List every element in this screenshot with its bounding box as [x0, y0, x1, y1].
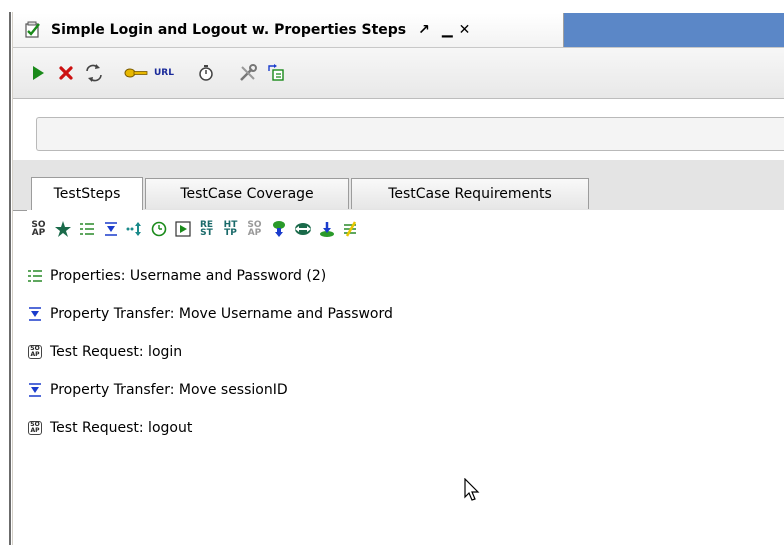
testcase-window: Simple Login and Logout w. Properties St…	[0, 0, 784, 545]
mock-response-icon[interactable]	[293, 220, 312, 239]
http-request-icon[interactable]: HT TP	[221, 220, 240, 239]
close-button[interactable]: ✕	[459, 22, 471, 38]
step-label: Properties: Username and Password (2)	[50, 268, 327, 284]
list-item-property-transfer-session[interactable]: Property Transfer: Move sessionID	[27, 371, 784, 409]
key-icon[interactable]	[123, 60, 149, 86]
tab-teststeps[interactable]: TestSteps	[31, 177, 143, 210]
step-label: Property Transfer: Move Username and Pas…	[50, 306, 393, 322]
window-title: Simple Login and Logout w. Properties St…	[51, 22, 407, 38]
amf-request-icon[interactable]: SO AP	[245, 220, 264, 239]
cancel-icon[interactable]	[53, 60, 79, 86]
title-bar-fill	[564, 13, 784, 47]
step-label: Property Transfer: Move sessionID	[50, 382, 288, 398]
tab-testcase-coverage[interactable]: TestCase Coverage	[145, 178, 349, 209]
properties-icon[interactable]	[77, 220, 96, 239]
progress-bar	[36, 117, 784, 151]
step-label: Test Request: login	[50, 344, 183, 360]
property-transfer-icon	[27, 382, 43, 398]
tab-testcase-coverage-label: TestCase Coverage	[180, 186, 314, 202]
list-item-property-transfer[interactable]: Property Transfer: Move Username and Pas…	[27, 295, 784, 333]
list-item-test-request-login[interactable]: SO AP Test Request: login	[27, 333, 784, 371]
run-testcase-icon[interactable]	[173, 220, 192, 239]
mouse-pointer-icon	[464, 477, 480, 506]
jdbc-request-icon[interactable]	[269, 220, 288, 239]
rest-request-icon[interactable]: RE ST	[197, 220, 216, 239]
datasource-icon[interactable]	[317, 220, 336, 239]
property-transfer-icon[interactable]	[101, 220, 120, 239]
tab-testcase-requirements[interactable]: TestCase Requirements	[351, 178, 589, 209]
testcase-toolbar: URL	[13, 47, 784, 99]
property-transfer-icon	[27, 306, 43, 322]
title-bar[interactable]: Simple Login and Logout w. Properties St…	[13, 13, 564, 47]
run-icon[interactable]	[25, 60, 51, 86]
window-border	[9, 12, 11, 545]
minimize-button[interactable]: ▁	[442, 22, 453, 38]
manual-step-icon[interactable]	[341, 220, 360, 239]
list-item-test-request-logout[interactable]: SO AP Test Request: logout	[27, 409, 784, 447]
list-item-properties[interactable]: Properties: Username and Password (2)	[27, 257, 784, 295]
steps-toolbar: SO AP RE ST HT TP SO AP	[27, 210, 784, 248]
timer-icon[interactable]	[193, 60, 219, 86]
tab-strip: TestSteps TestCase Coverage TestCase Req…	[13, 160, 784, 211]
soap-request-icon[interactable]: SO AP	[29, 220, 48, 239]
soap-request-icon: SO AP	[27, 344, 43, 360]
teststeps-list: Properties: Username and Password (2) Pr…	[27, 257, 784, 447]
properties-icon	[27, 268, 43, 284]
loop-icon[interactable]	[81, 60, 107, 86]
soap-request-icon: SO AP	[27, 420, 43, 436]
tools-icon[interactable]	[235, 60, 261, 86]
conditional-goto-icon[interactable]	[125, 220, 144, 239]
star-icon[interactable]	[53, 220, 72, 239]
tab-testcase-requirements-label: TestCase Requirements	[388, 186, 552, 202]
export-icon[interactable]	[263, 60, 289, 86]
tab-teststeps-label: TestSteps	[53, 186, 121, 202]
url-icon[interactable]: URL	[151, 60, 177, 86]
step-label: Test Request: logout	[50, 420, 193, 436]
restore-button[interactable]: ↗	[418, 22, 430, 38]
testcase-check-icon	[23, 20, 43, 40]
testcase-tabs-panel: TestSteps TestCase Coverage TestCase Req…	[13, 160, 784, 545]
delay-icon[interactable]	[149, 220, 168, 239]
